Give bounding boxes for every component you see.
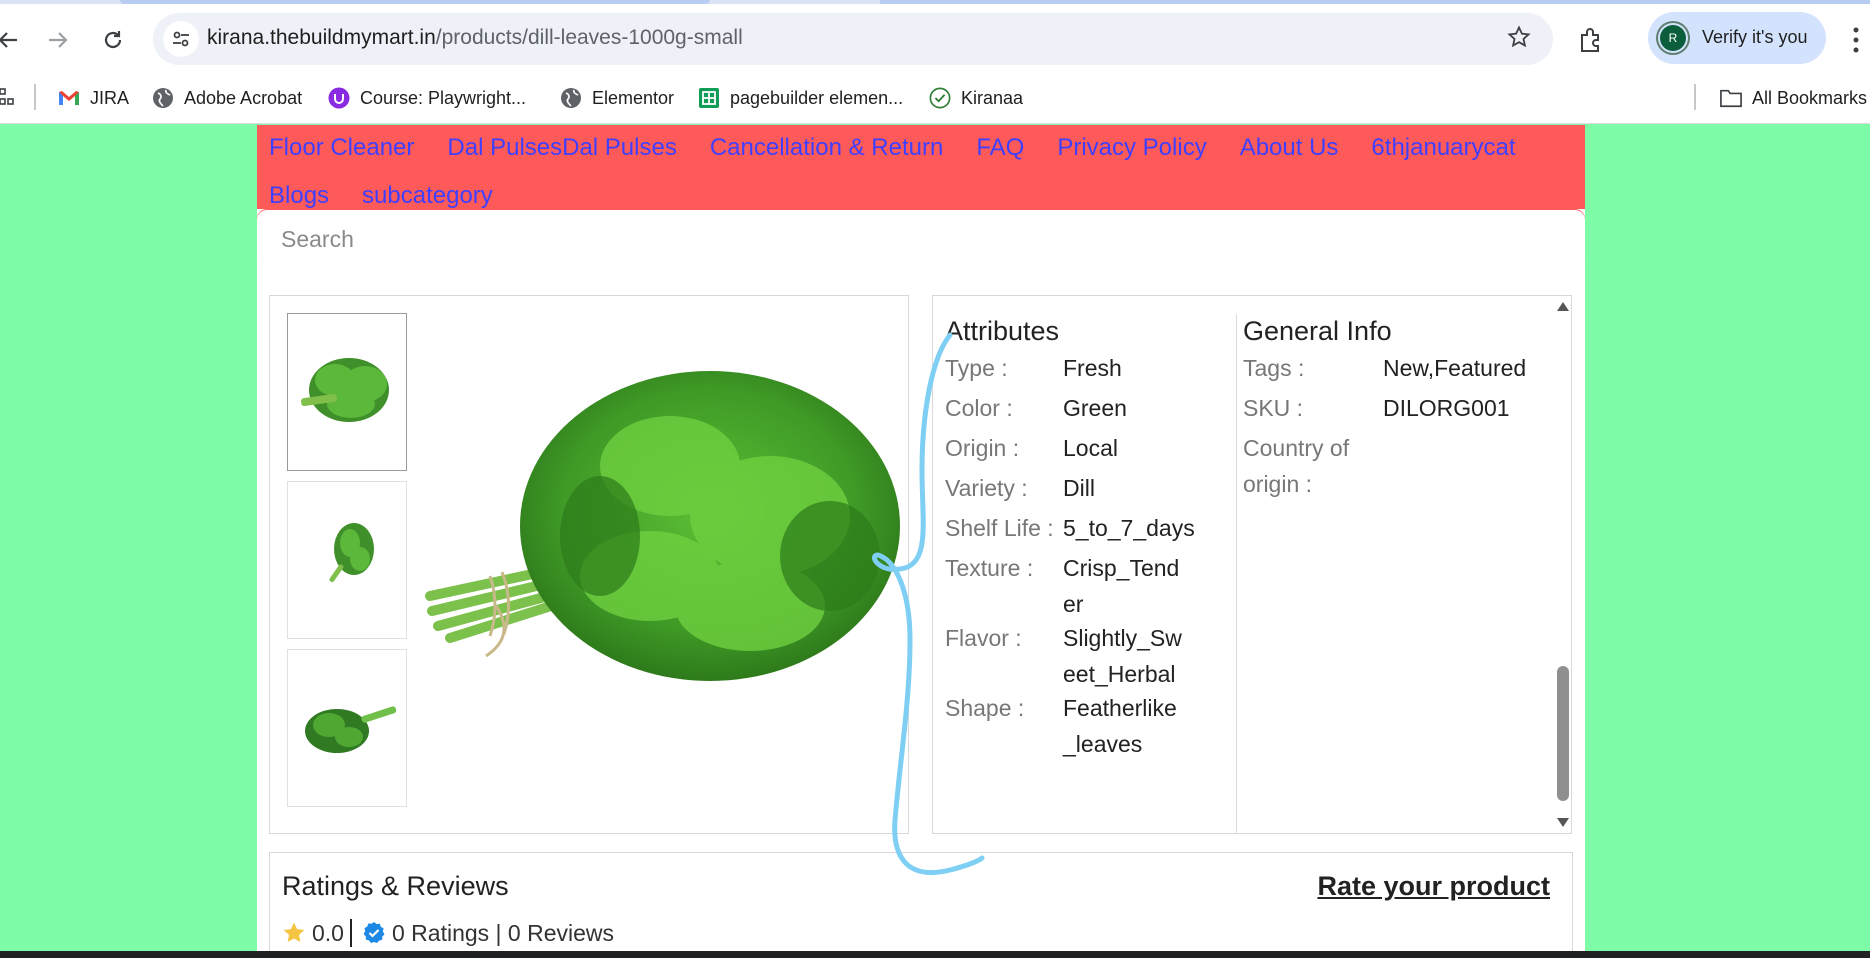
thumbnail[interactable] [287, 649, 407, 807]
attr-label: Color : [945, 395, 1013, 421]
attributes-title: Attributes [945, 316, 1060, 346]
address-bar[interactable]: kirana.thebuildmymart.in/products/dill-l… [153, 13, 1553, 65]
browser-toolbar: kirana.thebuildmymart.in/products/dill-l… [0, 4, 1870, 72]
nav-link[interactable]: Cancellation & Return [710, 131, 943, 179]
menu-icon[interactable] [1852, 26, 1860, 54]
gmail-icon [58, 87, 80, 109]
general-info-title: General Info [1243, 316, 1392, 346]
rating-summary: 0.0 0 Ratings | 0 Reviews [282, 919, 614, 947]
ratings-title: Ratings & Reviews [282, 871, 509, 901]
bookmark-item[interactable]: Adobe Acrobat [152, 82, 302, 114]
category-nav: Floor Cleaner Dal PulsesDal Pulses Cancell… [257, 125, 1585, 209]
ratings-count: 0 Ratings | 0 Reviews [391, 919, 614, 946]
bookmark-label: Elementor [592, 87, 675, 108]
bookmark-label: Course: Playwright... [360, 87, 527, 108]
back-icon[interactable] [0, 24, 24, 56]
bookmark-separator [34, 84, 36, 110]
store-page: Floor Cleaner Dal PulsesDal Pulses Cancell… [257, 125, 1585, 952]
attr-label: Shape : [945, 695, 1025, 721]
dill-thumbnail-image [301, 358, 389, 422]
attr-value: Crisp_Tender [1063, 555, 1180, 617]
extensions-icon[interactable] [1577, 26, 1607, 56]
country-label: Country of origin : [1243, 435, 1350, 497]
tags-value: New,Featured [1383, 355, 1527, 381]
rate-product-link[interactable]: Rate your product [1317, 871, 1550, 902]
attr-label: Origin : [945, 435, 1020, 461]
bookmark-item[interactable]: JIRA [58, 82, 129, 114]
attr-value: Dill [1063, 475, 1095, 501]
bookmark-item[interactable]: pagebuilder elemen... [698, 82, 903, 114]
attr-value: Green [1063, 395, 1127, 421]
nav-link[interactable]: Privacy Policy [1057, 131, 1206, 179]
url-path: /products/dill-leaves-1000g-small [435, 26, 743, 49]
details-scrollbar[interactable] [1554, 296, 1571, 833]
tags-label: Tags : [1243, 355, 1305, 381]
attr-value: 5_to_7_days [1063, 515, 1195, 541]
bookmark-separator [1694, 84, 1696, 110]
bookmark-label: Kiranaa [961, 87, 1024, 108]
verified-icon [362, 921, 386, 945]
taskbar-edge [0, 951, 1870, 958]
bookmark-label: Adobe Acrobat [184, 87, 303, 108]
nav-link[interactable]: 6thjanuarycat [1371, 131, 1515, 179]
forward-icon[interactable] [42, 24, 74, 56]
verify-label: Verify it's you [1702, 27, 1808, 47]
attr-value: Featherlike_leaves [1063, 695, 1177, 757]
search-input[interactable] [257, 209, 1585, 269]
product-details-panel: Attributes Type : Fresh Color : Green Or… [932, 295, 1572, 834]
column-divider [1236, 314, 1237, 833]
all-bookmarks-label: All Bookmarks [1752, 87, 1868, 108]
scroll-up-icon[interactable] [1557, 302, 1569, 311]
all-bookmarks-button[interactable]: All Bookmarks [1720, 82, 1867, 114]
ratings-reviews-section: Ratings & Reviews Rate your product 0.0 … [269, 852, 1573, 952]
search-bar [257, 209, 1585, 269]
bookmark-label: pagebuilder elemen... [730, 87, 904, 108]
sku-value: DILORG001 [1383, 395, 1510, 421]
bookmark-star-icon[interactable] [1507, 25, 1531, 56]
check-icon [929, 87, 951, 109]
bookmark-item[interactable]: Kiranaa [929, 82, 1023, 114]
bookmark-label: JIRA [90, 87, 130, 108]
attr-label: Flavor : [945, 625, 1022, 651]
star-icon [282, 921, 306, 945]
scroll-thumb[interactable] [1557, 666, 1569, 801]
globe-icon [560, 87, 582, 109]
globe-icon [152, 87, 174, 109]
attr-label: Variety : [945, 475, 1028, 501]
rating-value: 0.0 [312, 919, 344, 946]
nav-link[interactable]: Floor Cleaner [269, 131, 414, 179]
folder-icon [1720, 87, 1742, 109]
product-gallery [269, 295, 909, 834]
dill-thumbnail-image [305, 706, 397, 753]
profile-verify-button[interactable]: R Verify it's you [1648, 12, 1826, 64]
reload-icon[interactable] [97, 24, 129, 56]
nav-link[interactable]: FAQ [976, 131, 1024, 179]
scroll-down-icon[interactable] [1557, 818, 1569, 827]
nav-link[interactable]: About Us [1240, 131, 1339, 179]
apps-icon[interactable] [0, 82, 14, 114]
attr-value: Fresh [1063, 355, 1122, 381]
dill-thumbnail-image [329, 523, 374, 583]
attr-label: Texture : [945, 555, 1034, 581]
nav-link[interactable]: Dal PulsesDal Pulses [447, 131, 676, 179]
attr-label: Shelf Life : [945, 515, 1054, 541]
divider [349, 919, 352, 947]
sku-label: SKU : [1243, 395, 1304, 421]
thumbnail[interactable] [287, 481, 407, 639]
product-main-image [420, 356, 905, 756]
attr-value: Slightly_Sweet_Herbal [1063, 625, 1182, 687]
site-info-icon[interactable] [163, 21, 199, 57]
attr-value: Local [1063, 435, 1118, 461]
course-icon [328, 87, 350, 109]
url-domain: kirana.thebuildmymart.in [207, 26, 436, 49]
sheets-icon [698, 87, 720, 109]
url-text[interactable]: kirana.thebuildmymart.in/products/dill-l… [207, 26, 743, 50]
attr-label: Type : [945, 355, 1008, 381]
avatar: R [1660, 25, 1686, 51]
thumbnail[interactable] [287, 313, 407, 471]
bookmark-item[interactable]: Course: Playwright... [328, 82, 526, 114]
bookmarks-bar: JIRA Adobe Acrobat Course: Playwright...… [0, 72, 1870, 124]
bookmark-item[interactable]: Elementor [560, 82, 674, 114]
